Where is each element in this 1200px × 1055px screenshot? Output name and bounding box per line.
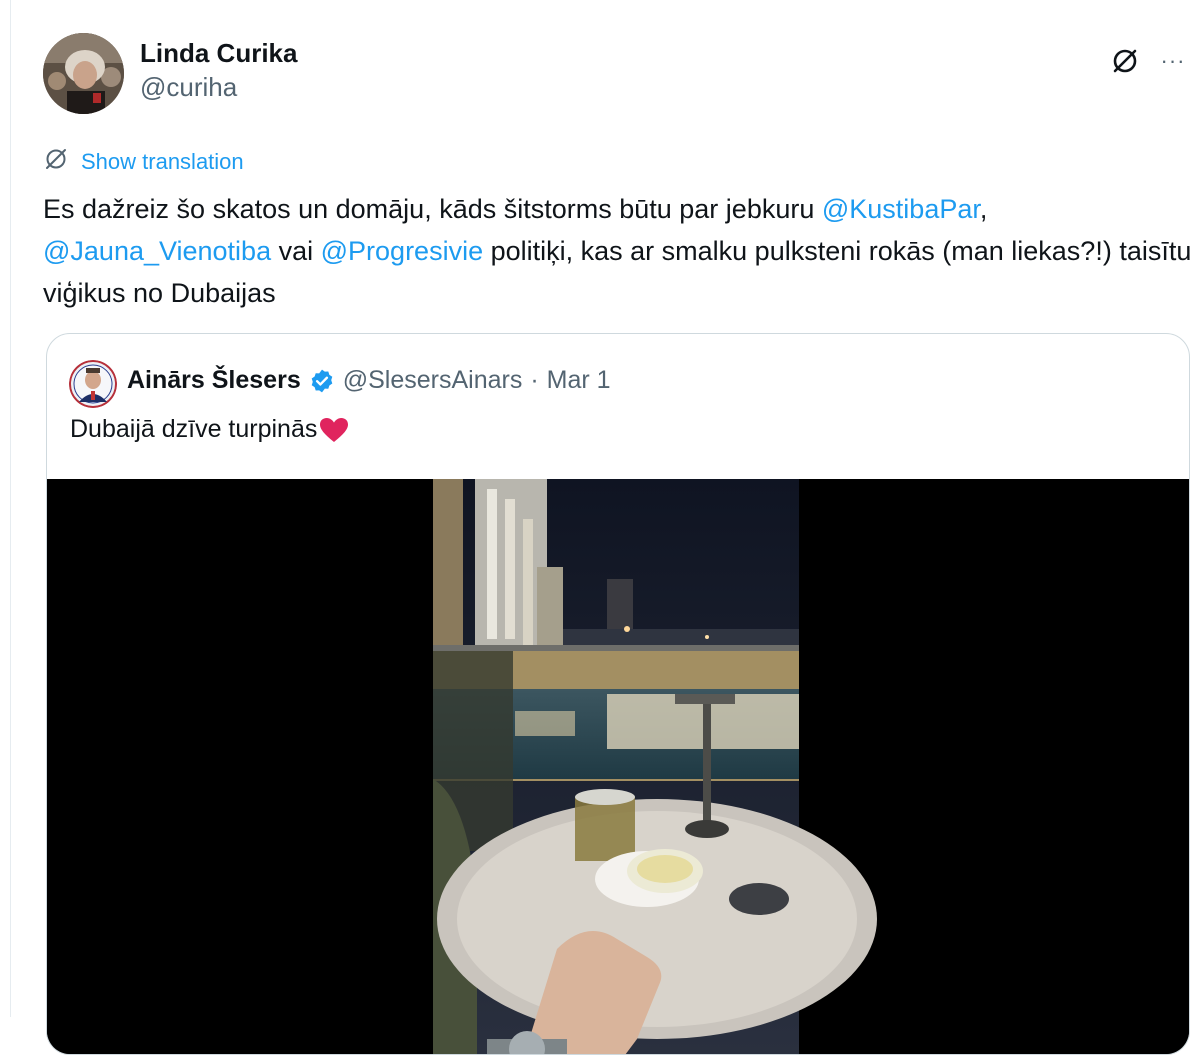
- quote-author-avatar[interactable]: [69, 360, 117, 408]
- tweet-text-segment: vai: [271, 236, 321, 266]
- timeline-border: [10, 0, 11, 1017]
- tweet-text-segment: ,: [979, 194, 988, 224]
- author-avatar[interactable]: [43, 33, 124, 114]
- tweet-text: Es dažreiz šo skatos un domāju, kāds šit…: [43, 188, 1193, 314]
- more-icon[interactable]: ···: [1156, 44, 1190, 78]
- author-name[interactable]: Linda Curika: [140, 38, 297, 69]
- quote-author-handle[interactable]: @SlesersAinars: [343, 366, 523, 395]
- quote-tweet-card[interactable]: Ainārs Šlesers @SlesersAinars · Mar 1 Du…: [46, 333, 1190, 1055]
- mention-link[interactable]: @KustibaPar: [822, 194, 980, 224]
- translate-icon: [43, 146, 69, 177]
- mention-link[interactable]: @Jauna_Vienotiba: [43, 236, 271, 266]
- mention-link[interactable]: @Progresivie: [321, 236, 483, 266]
- quote-text-row: Dubaijā dzīve turpinās: [70, 415, 349, 444]
- video-frame: [47, 479, 1189, 1054]
- video-player[interactable]: [47, 479, 1189, 1054]
- quote-date[interactable]: Mar 1: [547, 366, 611, 395]
- quote-text: Dubaijā dzīve turpinās: [70, 415, 318, 443]
- show-translation-button[interactable]: Show translation: [43, 146, 244, 177]
- verified-badge-icon: [309, 368, 335, 394]
- quote-separator: ·: [530, 366, 539, 394]
- heart-emoji-icon: [319, 417, 349, 443]
- quote-header: Ainārs Šlesers @SlesersAinars · Mar 1: [127, 366, 611, 395]
- quote-author-name[interactable]: Ainārs Šlesers: [127, 366, 301, 395]
- translate-icon[interactable]: [1108, 44, 1142, 78]
- tweet-text-segment: Es dažreiz šo skatos un domāju, kāds šit…: [43, 194, 822, 224]
- show-translation-label: Show translation: [81, 148, 244, 174]
- author-handle[interactable]: @curiha: [140, 72, 237, 103]
